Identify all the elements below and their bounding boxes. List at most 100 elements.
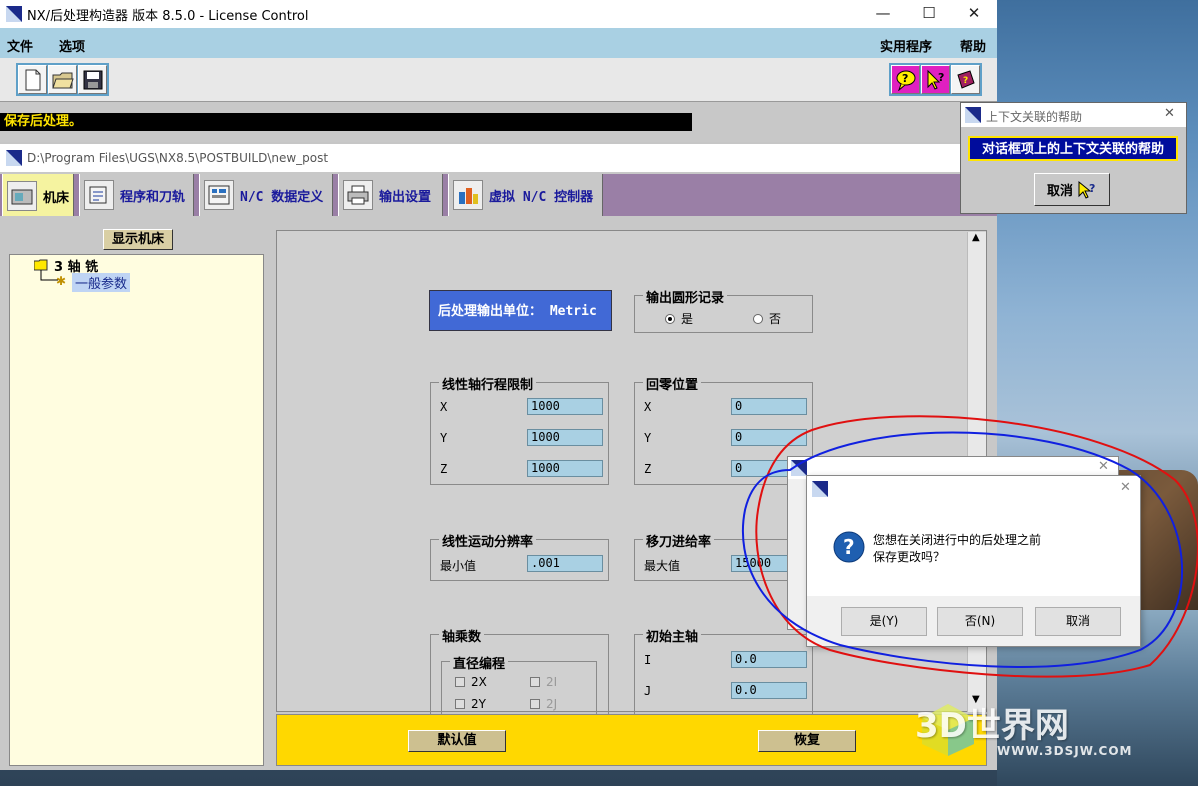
circular-no-radio[interactable]: 否 xyxy=(753,310,781,327)
spindle-i-field[interactable]: 0.0 xyxy=(731,651,807,668)
manual-book-icon[interactable]: ? xyxy=(951,65,980,94)
close-button[interactable]: ✕ xyxy=(951,0,997,28)
app-icon xyxy=(6,6,22,22)
status-message: 保存后处理。 xyxy=(0,113,692,131)
menu-utilities[interactable]: 实用程序 xyxy=(880,36,932,55)
menu-options[interactable]: 选项 xyxy=(59,36,85,55)
svg-text:?: ? xyxy=(938,71,944,84)
help-balloon-icon[interactable]: ? xyxy=(891,65,920,94)
restore-button[interactable]: 恢复 xyxy=(758,730,856,752)
dialog-message-line1: 您想在关闭进行中的后处理之前 xyxy=(873,533,1042,547)
watermark-url: WWW.3DSJW.COM xyxy=(997,744,1133,758)
bottom-action-bar: 默认值 恢复 xyxy=(276,714,987,766)
help-tool-group: ? ? ? xyxy=(889,63,982,96)
traverse-feed-title: 移刀进给率 xyxy=(643,531,715,550)
y-label: Y xyxy=(440,431,448,445)
help-message: 对话框项上的上下文关联的帮助 xyxy=(968,136,1178,161)
menu-file[interactable]: 文件 xyxy=(7,36,33,55)
post-file-path: D:\Program Files\UGS\NX8.5\POSTBUILD\new… xyxy=(27,151,329,165)
help-window-title: 上下文关联的帮助 xyxy=(986,110,1083,124)
tab-machine[interactable]: 机床 xyxy=(2,174,74,218)
circular-yes-radio[interactable]: 是 xyxy=(665,310,693,327)
dialog-no-button[interactable]: 否(N) xyxy=(937,607,1023,636)
tab-label: N/C 数据定义 xyxy=(240,189,324,205)
show-machine-button[interactable]: 显示机床 xyxy=(103,229,173,250)
svg-text:?: ? xyxy=(902,72,908,85)
y-limit-field[interactable]: 1000 xyxy=(527,429,603,446)
printer-icon xyxy=(343,180,373,210)
check-2i[interactable]: 2I xyxy=(530,675,557,689)
min-label: 最小值 xyxy=(440,559,477,573)
check-2x[interactable]: 2X xyxy=(455,675,487,689)
initial-spindle-title: 初始主轴 xyxy=(643,626,702,645)
help-cancel-label: 取消 xyxy=(1046,184,1073,199)
context-help-cursor-icon: ? xyxy=(1078,180,1095,199)
context-help-window: 上下文关联的帮助 ✕ 对话框项上的上下文关联的帮助 取消 ? xyxy=(960,102,1187,214)
checkbox-icon xyxy=(530,677,540,687)
i-label: I xyxy=(644,653,652,667)
initial-spindle-group: 初始主轴 I 0.0 J 0.0 xyxy=(634,626,813,714)
dialog-message-line2: 保存更改吗？ xyxy=(873,550,946,564)
radio-unselected-icon xyxy=(753,313,763,324)
circular-record-group: 输出圆形记录 是 否 xyxy=(634,287,813,333)
tab-program-path[interactable]: 程序和刀轨 xyxy=(79,174,194,216)
maximize-button[interactable]: ☐ xyxy=(906,0,952,28)
circular-record-title: 输出圆形记录 xyxy=(643,287,728,306)
resolution-min-field[interactable]: .001 xyxy=(527,555,603,572)
parameter-tree: 3 轴 铣 ✱ 一般参数 xyxy=(9,254,264,766)
radio-label: 否 xyxy=(769,312,782,326)
x-limit-field[interactable]: 1000 xyxy=(527,398,603,415)
output-unit-label: 后处理输出单位： Metric xyxy=(429,290,612,331)
save-disk-icon[interactable] xyxy=(78,65,107,94)
dialog-app-icon xyxy=(791,460,807,476)
help-title-bar: 上下文关联的帮助 ✕ xyxy=(961,103,1186,127)
dialog-yes-button[interactable]: 是(Y) xyxy=(841,607,927,636)
help-close-icon[interactable]: ✕ xyxy=(1164,106,1175,121)
tab-virtual-nc[interactable]: 虚拟 N/C 控制器 xyxy=(448,174,603,216)
watermark-brand: 3D世界网 xyxy=(915,706,1069,746)
home-x-field[interactable]: 0 xyxy=(731,398,807,415)
x-label: X xyxy=(440,400,448,414)
dialog-cancel-button[interactable]: 取消 xyxy=(1035,607,1121,636)
machine-icon xyxy=(7,181,37,211)
check-2y[interactable]: 2Y xyxy=(455,697,486,711)
radio-selected-icon xyxy=(665,313,675,324)
z-limit-field[interactable]: 1000 xyxy=(527,460,603,477)
scroll-up-icon[interactable]: ▲ xyxy=(972,232,980,243)
home-z-label: Z xyxy=(644,462,652,476)
menu-help[interactable]: 帮助 xyxy=(960,36,986,55)
checkbox-icon xyxy=(530,699,540,709)
tab-strip: 机床 程序和刀轨 N/C 数据定义 输出设置 虚拟 N/C 控制器 xyxy=(0,174,997,218)
home-y-field[interactable]: 0 xyxy=(731,429,807,446)
toolbar: ? ? ? xyxy=(0,58,997,102)
nc-data-icon xyxy=(204,180,234,210)
context-help-icon[interactable]: ? xyxy=(921,65,950,94)
default-button[interactable]: 默认值 xyxy=(408,730,506,752)
tree-node-general-params[interactable]: 一般参数 xyxy=(72,273,131,292)
diameter-programming-group: 直径编程 2X 2I 2Y 2J xyxy=(441,653,597,715)
tab-label: 程序和刀轨 xyxy=(120,189,186,205)
help-window-icon xyxy=(965,107,981,123)
dialog-close-icon[interactable]: ✕ xyxy=(1120,480,1131,495)
home-x-label: X xyxy=(644,400,652,414)
check-2j[interactable]: 2J xyxy=(530,697,557,711)
file-tool-group xyxy=(16,63,109,96)
linear-limits-title: 线性轴行程限制 xyxy=(439,374,537,393)
resolution-title: 线性运动分辨率 xyxy=(439,531,537,550)
j-label: J xyxy=(644,684,652,698)
check-label: 2X xyxy=(471,675,487,689)
controller-icon xyxy=(453,180,483,210)
open-folder-icon[interactable] xyxy=(48,65,77,94)
tab-nc-data[interactable]: N/C 数据定义 xyxy=(199,174,333,216)
tab-output-settings[interactable]: 输出设置 xyxy=(338,174,443,216)
minimize-button[interactable]: — xyxy=(860,0,906,28)
check-label: 2Y xyxy=(471,697,486,711)
post-window-title-bar: D:\Program Files\UGS\NX8.5\POSTBUILD\new… xyxy=(0,144,997,172)
help-cancel-button[interactable]: 取消 ? xyxy=(1034,173,1110,206)
check-label: 2I xyxy=(546,675,558,689)
z-label: Z xyxy=(440,462,448,476)
checkbox-icon xyxy=(455,699,465,709)
spindle-j-field[interactable]: 0.0 xyxy=(731,682,807,699)
new-file-icon[interactable] xyxy=(18,65,47,94)
background-dialog-close-icon[interactable]: ✕ xyxy=(1098,459,1109,474)
